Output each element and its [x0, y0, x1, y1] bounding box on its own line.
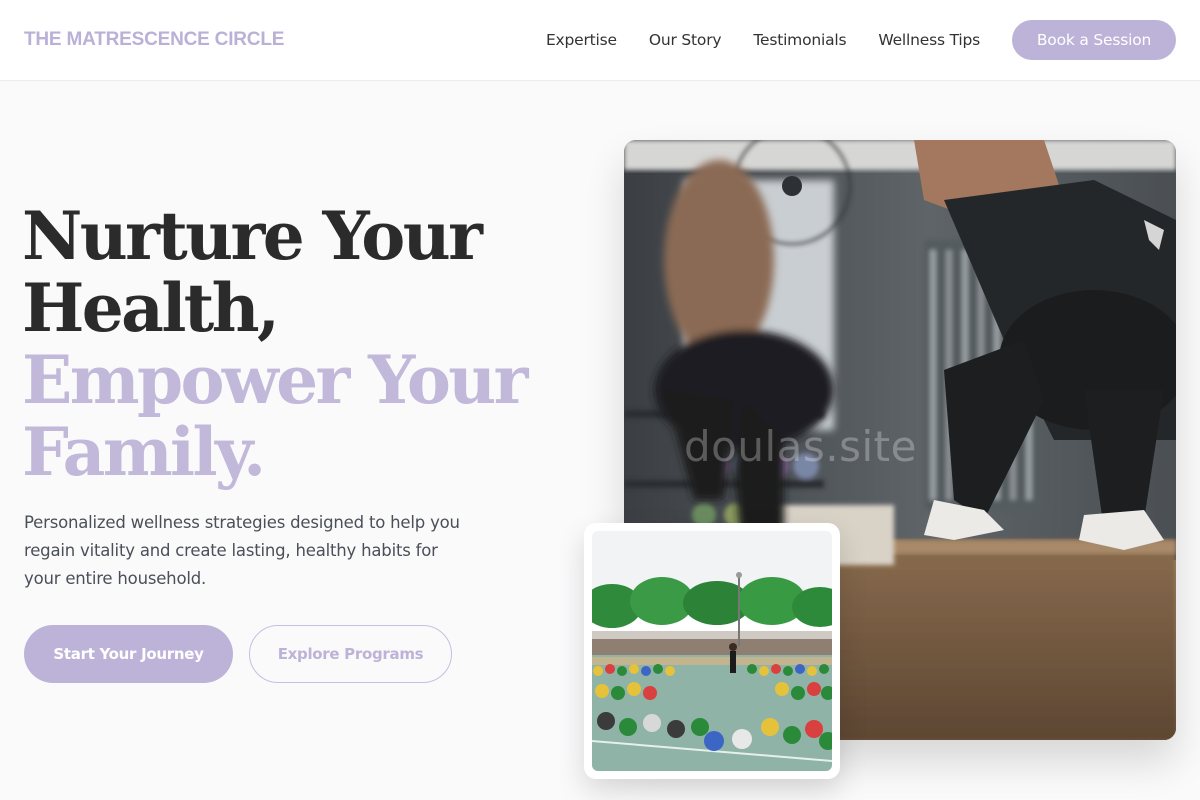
nav-link-wellness-tips[interactable]: Wellness Tips — [878, 31, 980, 49]
hero-subtitle: Personalized wellness strategies designe… — [24, 513, 460, 588]
brand-logo[interactable]: THE MATRESCENCE CIRCLE — [24, 29, 284, 51]
headline-line-2: Health, — [22, 269, 280, 347]
hero-headline: Nurture Your Health, Empower Your Family… — [22, 197, 528, 491]
nav-link-testimonials[interactable]: Testimonials — [753, 31, 846, 49]
community-gathering-photo — [592, 531, 832, 771]
nav-link-expertise[interactable]: Expertise — [546, 31, 617, 49]
inset-photo-card — [584, 523, 840, 779]
photo-watermark: doulas.site — [684, 422, 917, 471]
nav-link-our-story[interactable]: Our Story — [649, 31, 722, 49]
headline-line-3: Empower Your — [22, 341, 528, 419]
headline-line-1: Nurture Your — [22, 197, 483, 275]
site-header: THE MATRESCENCE CIRCLE Expertise Our Sto… — [0, 0, 1200, 81]
headline-line-4: Family. — [22, 413, 266, 491]
start-journey-button[interactable]: Start Your Journey — [24, 625, 233, 683]
community-photo-illustration — [592, 531, 832, 771]
explore-programs-button[interactable]: Explore Programs — [249, 625, 452, 683]
main-nav: Expertise Our Story Testimonials Wellnes… — [546, 20, 1176, 60]
book-session-button[interactable]: Book a Session — [1012, 20, 1176, 60]
